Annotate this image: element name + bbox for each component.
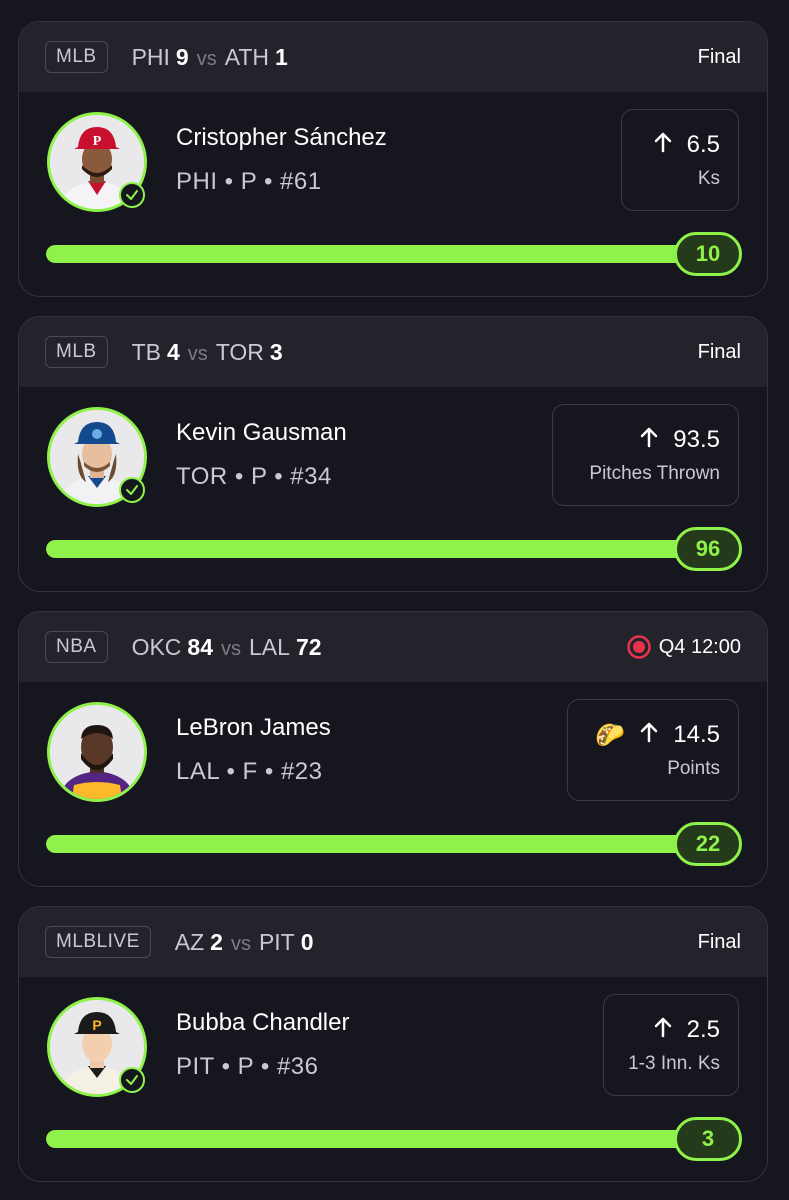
progress-bar [46, 835, 726, 853]
vs-label: vs [230, 932, 251, 955]
league-badge: MLBLIVE [45, 926, 151, 958]
home-team: ATH [224, 43, 270, 70]
home-team: PIT [258, 928, 295, 955]
away-team: OKC [131, 633, 182, 660]
line-value: 93.5 [673, 426, 720, 453]
taco-icon: 🌮 [595, 721, 626, 749]
progress-fill [46, 245, 726, 263]
card-header: MLBLIVE AZ 2 vs PIT 0 Final [19, 907, 767, 977]
player-headshot-lakers-icon [50, 705, 144, 799]
game-score: TB 4 vs TOR 3 [132, 339, 283, 366]
pick-card-3[interactable]: NBA OKC 84 vs LAL 72 Q4 12:00 LeBron Jam… [18, 611, 768, 887]
player-info: PIT • P • #36 [176, 1053, 319, 1080]
league-badge: MLB [45, 336, 108, 368]
game-score: OKC 84 vs LAL 72 [132, 634, 322, 661]
result-value: 22 [674, 822, 742, 866]
away-team: PHI [131, 43, 170, 70]
player-avatar [47, 702, 147, 802]
player-info: LAL • F • #23 [176, 758, 323, 785]
home-score: 3 [269, 338, 283, 365]
away-score: 4 [166, 338, 180, 365]
player-info: PHI • P • #61 [176, 168, 322, 195]
home-team: TOR [215, 338, 264, 365]
league-badge: MLB [45, 41, 108, 73]
check-icon [119, 1067, 145, 1093]
league-badge: NBA [45, 631, 108, 663]
progress-fill [46, 835, 726, 853]
game-status: Final [698, 22, 741, 92]
pick-card-2[interactable]: MLB TB 4 vs TOR 3 Final Kevin Gausman TO [18, 316, 768, 592]
player-info: TOR • P • #34 [176, 463, 332, 490]
player-name[interactable]: LeBron James [176, 714, 331, 742]
card-header: MLB TB 4 vs TOR 3 Final [19, 317, 767, 387]
projection-box: 2.5 1-3 Inn. Ks [603, 994, 739, 1096]
stat-type: Points [667, 757, 720, 779]
result-value: 96 [674, 527, 742, 571]
home-score: 72 [295, 633, 322, 660]
game-status-text: Final [697, 45, 741, 68]
vs-label: vs [221, 637, 242, 660]
away-score: 9 [175, 43, 189, 70]
result-value: 3 [674, 1117, 742, 1161]
away-team: TB [131, 338, 161, 365]
away-team: AZ [174, 928, 205, 955]
progress-bar [46, 1130, 726, 1148]
progress-bar [46, 540, 726, 558]
progress-fill [46, 540, 726, 558]
arrow-up-icon [653, 131, 673, 160]
arrow-up-icon [639, 426, 659, 455]
vs-label: vs [187, 342, 208, 365]
game-status-text: Q4 12:00 [658, 635, 741, 658]
player-name[interactable]: Bubba Chandler [176, 1009, 349, 1037]
stat-type: Ks [697, 167, 720, 189]
pick-card-4[interactable]: MLBLIVE AZ 2 vs PIT 0 Final P Bubba Chan… [18, 906, 768, 1182]
vs-label: vs [196, 47, 217, 70]
game-status: Q4 12:00 [626, 612, 741, 682]
game-status-text: Final [697, 930, 741, 953]
projection-box: 93.5 Pitches Thrown [552, 404, 739, 506]
player-name[interactable]: Kevin Gausman [176, 419, 347, 447]
home-score: 1 [275, 43, 288, 70]
check-icon [119, 477, 145, 503]
arrow-up-icon [639, 721, 659, 750]
progress-fill [46, 1130, 726, 1148]
line-value: 14.5 [673, 721, 720, 748]
home-team: LAL [249, 633, 290, 660]
card-header: NBA OKC 84 vs LAL 72 Q4 12:00 [19, 612, 767, 682]
game-status-text: Final [697, 340, 741, 363]
svg-text:P: P [93, 134, 102, 149]
stat-type: 1-3 Inn. Ks [628, 1052, 720, 1074]
player-name[interactable]: Cristopher Sánchez [176, 124, 387, 152]
away-score: 84 [187, 633, 214, 660]
progress-bar [46, 245, 726, 263]
projection-box: 6.5 Ks [621, 109, 739, 211]
live-icon [626, 635, 651, 659]
arrow-up-icon [653, 1016, 673, 1045]
svg-text:P: P [92, 1017, 101, 1033]
line-value: 6.5 [686, 131, 720, 158]
line-value: 2.5 [686, 1016, 720, 1043]
home-score: 0 [300, 928, 314, 955]
game-status: Final [698, 317, 741, 387]
game-score: AZ 2 vs PIT 0 [175, 929, 314, 956]
game-score: PHI 9 vs ATH 1 [132, 44, 288, 71]
card-header: MLB PHI 9 vs ATH 1 Final [19, 22, 767, 92]
away-score: 2 [210, 928, 223, 955]
check-icon [119, 182, 145, 208]
game-status: Final [698, 907, 741, 977]
result-value: 10 [674, 232, 742, 276]
pick-card-1[interactable]: MLB PHI 9 vs ATH 1 Final P Cristopher Sá… [18, 21, 768, 297]
stat-type: Pitches Thrown [589, 462, 720, 484]
projection-box: 🌮 14.5 Points [567, 699, 739, 801]
